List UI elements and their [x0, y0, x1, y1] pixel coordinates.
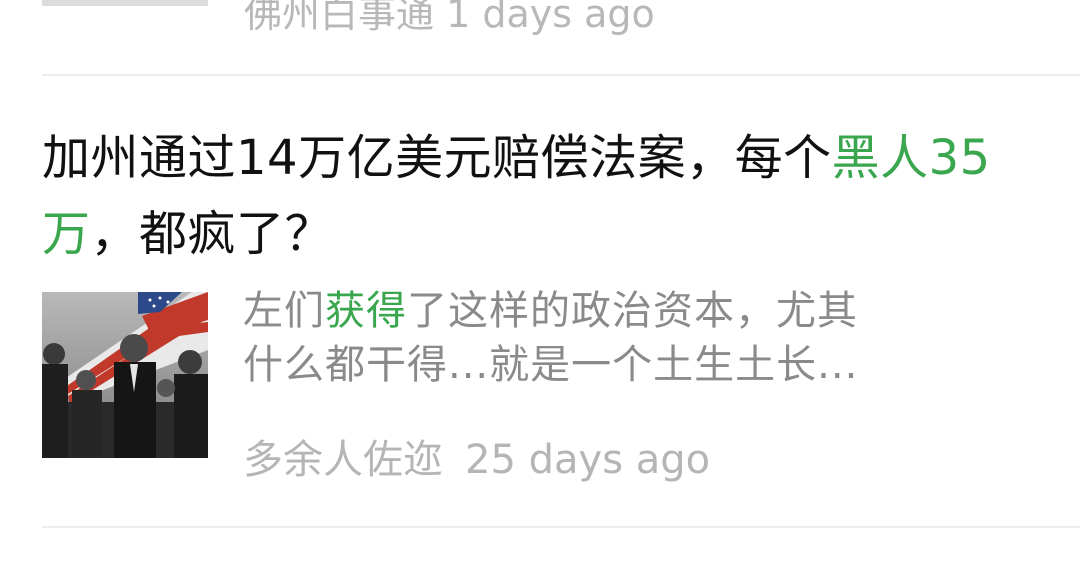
article-title[interactable]: 加州通过14万亿美元赔偿法案，每个黑人35万，都疯了？ [42, 120, 1042, 272]
summary-text-end: 了这样的政治资本，尤其 [407, 288, 858, 334]
protest-photo-icon [42, 292, 208, 458]
previous-news-item[interactable]: 佛州白事通 1 days ago [0, 0, 1080, 76]
divider [42, 526, 1080, 528]
previous-item-time: 1 days ago [446, 0, 655, 36]
summary-highlight: 获得 [325, 288, 407, 334]
article-meta: 多余人佐迩 25 days ago [243, 434, 710, 486]
previous-item-source: 佛州白事通 [244, 0, 435, 36]
previous-item-meta: 佛州白事通 1 days ago [244, 0, 655, 40]
article-time: 25 days ago [465, 437, 711, 483]
news-feed: 佛州白事通 1 days ago 加州通过14万亿美元赔偿法案，每个黑人35万，… [0, 0, 1080, 570]
article-source: 多余人佐迩 [243, 437, 443, 483]
title-text: 加州通过14万亿美元赔偿法案，每个 [42, 130, 832, 186]
previous-thumbnail[interactable] [42, 0, 208, 6]
summary-line-2: 什么都干得...就是一个土生土长... [243, 342, 859, 388]
title-text-end: ，都疯了？ [90, 206, 334, 262]
summary-line-1: 左们获得了这样的政治资本，尤其 [243, 284, 1033, 338]
article-thumbnail[interactable] [42, 292, 208, 458]
article-summary[interactable]: 左们获得了这样的政治资本，尤其 什么都干得...就是一个土生土长... [243, 284, 1033, 392]
summary-text: 左们 [243, 288, 325, 334]
news-item[interactable]: 加州通过14万亿美元赔偿法案，每个黑人35万，都疯了？ 左们获得了这样的政治资本… [0, 76, 1080, 526]
